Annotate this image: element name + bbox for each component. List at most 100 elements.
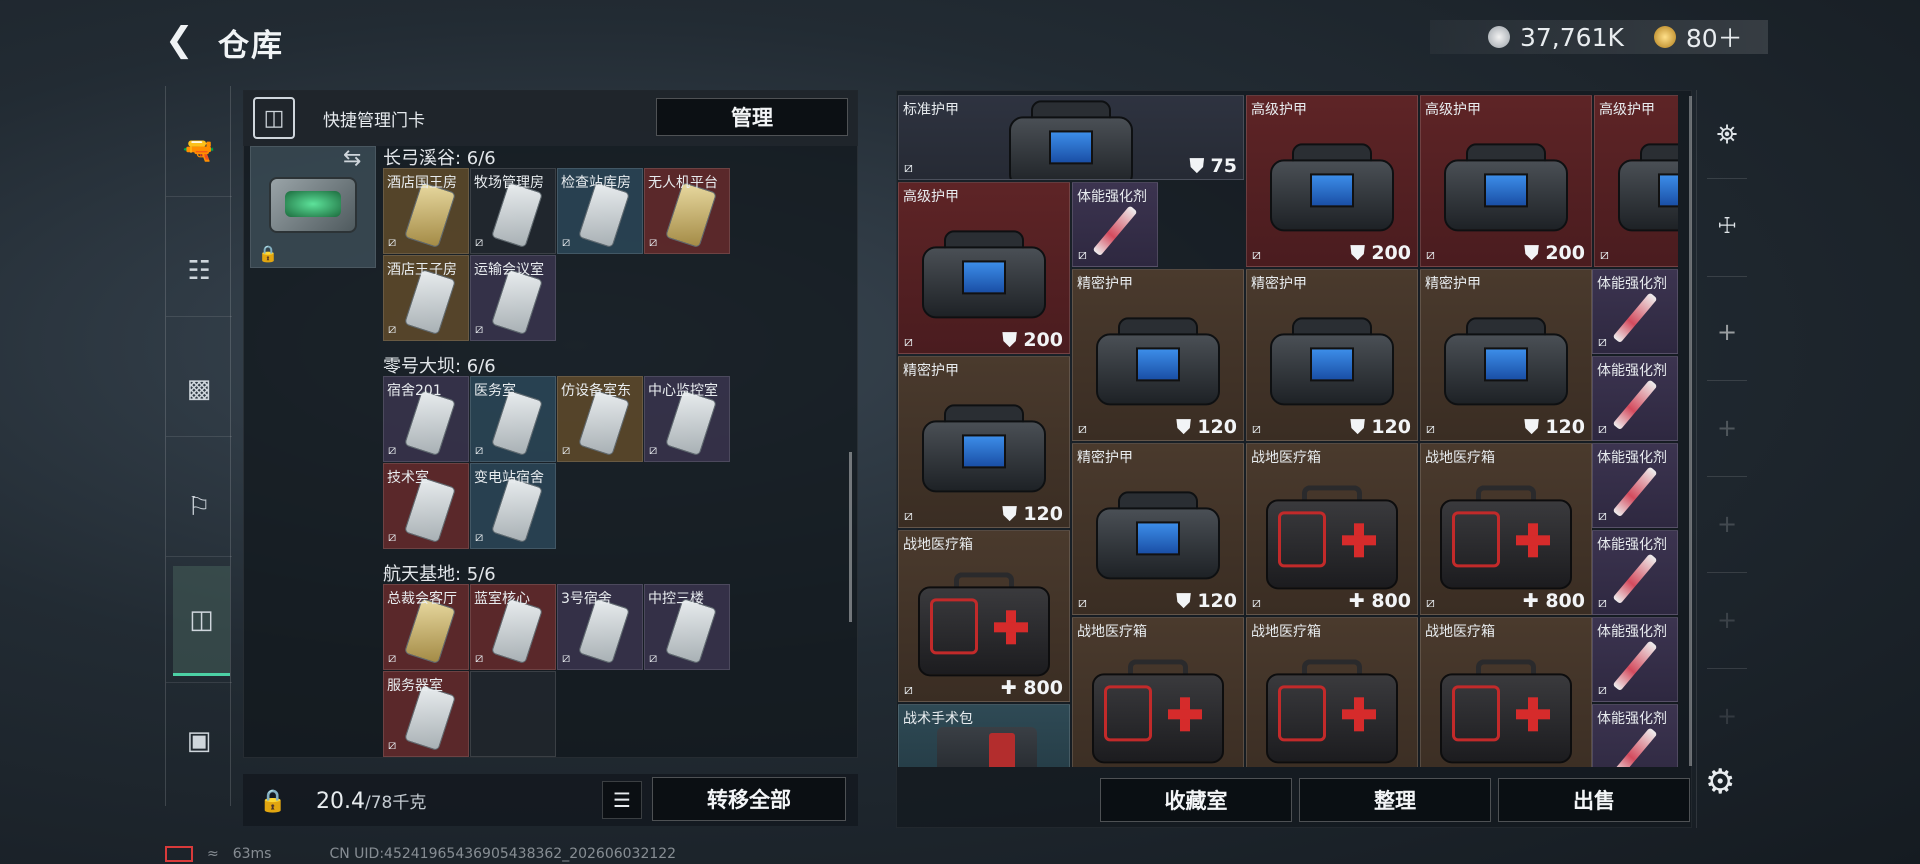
keycard-slot[interactable]: 变电站宿舍 ⧄ — [470, 463, 556, 549]
item-name: 战术手术包 — [903, 711, 973, 727]
sell-button[interactable]: 出售 — [1498, 778, 1690, 822]
keycard-slot[interactable]: 医务室 ⧄ — [470, 376, 556, 462]
medkit-item[interactable]: 战地医疗箱⧄ — [1072, 617, 1244, 767]
keycard-slot[interactable]: 酒店王子房 ⧄ — [383, 255, 469, 341]
stash-grid: 标准护甲⧄⛊ 75高级护甲⧄⛊ 200高级护甲⧄⛊ 200高级护甲⧄⛊ 200高… — [898, 95, 1678, 767]
no-trade-icon: ⧄ — [649, 651, 658, 666]
collection-button[interactable]: 收藏室 — [1100, 778, 1292, 822]
no-trade-icon: ⧄ — [904, 160, 913, 176]
armor-item[interactable]: 高级护甲⧄⛊ 200 — [1594, 95, 1678, 267]
syringe-icon — [1612, 291, 1658, 343]
no-trade-icon: ⧄ — [649, 443, 658, 458]
currency-bar: 37,761K 80＋ — [1430, 20, 1768, 54]
keycard-slot[interactable]: 中控三楼 ⧄ — [644, 584, 730, 670]
no-trade-icon: ⧄ — [1426, 247, 1435, 263]
stim-item[interactable]: 体能强化剂⧄ — [1592, 269, 1678, 354]
empty-keycard-slot[interactable] — [470, 671, 556, 757]
armor-item[interactable]: 高级护甲⧄⛊ 200 — [1420, 95, 1592, 267]
keycard-slot[interactable]: 运输会议室 ⧄ — [470, 255, 556, 341]
heal-capacity-value: ✚ 800 — [1522, 590, 1585, 612]
add-tab-icon[interactable]: + — [1697, 414, 1757, 442]
armor-item[interactable]: 精密护甲 ⧄ ⛊ 120 — [1246, 269, 1418, 441]
item-name: 精密护甲 — [1077, 450, 1133, 466]
medical-iv-icon[interactable]: ☩ — [1697, 214, 1757, 239]
armor-item[interactable]: 高级护甲⧄⛊ 200 — [1246, 95, 1418, 267]
armor-vest-icon[interactable]: ☷ — [174, 246, 224, 296]
item-name: 体能强化剂 — [1597, 711, 1667, 727]
stim-item[interactable]: 体能强化剂⧄ — [1072, 182, 1158, 267]
add-tab-icon[interactable]: + — [1697, 510, 1757, 538]
keycard-name: 无人机平台 — [648, 175, 718, 191]
stim-item[interactable]: 体能强化剂⧄ — [1592, 443, 1678, 528]
medkit-item[interactable]: 战地医疗箱 ⧄ ✚ 800 — [1246, 443, 1418, 615]
keycard-slot[interactable]: 服务器室 ⧄ — [383, 671, 469, 757]
stim-item[interactable]: 体能强化剂⧄ — [1592, 356, 1678, 441]
stim-item[interactable]: 体能强化剂⧄ — [1592, 704, 1678, 767]
transfer-all-button[interactable]: 转移全部 — [652, 777, 846, 821]
keycard-slot[interactable]: 技术室 ⧄ — [383, 463, 469, 549]
settings-gear-icon[interactable]: ⚙ — [1705, 762, 1735, 802]
keycard-name: 中控三楼 — [648, 591, 704, 607]
no-trade-icon: ⧄ — [904, 682, 913, 698]
armor-vest-icon — [922, 228, 1046, 319]
lock-icon[interactable]: 🔒 — [253, 781, 293, 821]
armor-durability-value: ⛊ 120 — [1002, 503, 1063, 525]
add-tab-icon[interactable]: + — [1697, 606, 1757, 634]
back-arrow-icon[interactable]: ❮ — [165, 22, 199, 58]
armor-item[interactable]: 标准护甲 ⧄ ⛊ 75 — [898, 95, 1244, 180]
keycard-slot[interactable]: 牧场管理房 ⧄ — [470, 168, 556, 254]
keycard-slot[interactable]: 蓝室核心 ⧄ — [470, 584, 556, 670]
ping-readout: 63ms — [232, 846, 272, 862]
stash-scrollbar[interactable] — [1689, 96, 1692, 766]
surgical-kit-icon — [937, 727, 1037, 767]
armor-vest-icon — [1009, 98, 1133, 179]
item-name: 精密护甲 — [1251, 276, 1307, 292]
keycard-slot[interactable]: 无人机平台 ⧄ — [644, 168, 730, 254]
helmet-icon[interactable]: ⛯ — [1697, 120, 1757, 151]
medkit-item[interactable]: 战地医疗箱 ⧄ ✚ 800 — [898, 530, 1070, 702]
swap-icon[interactable]: ⇆ — [343, 146, 361, 171]
keycard-slot[interactable]: 中心监控室 ⧄ — [644, 376, 730, 462]
medkit-item[interactable]: 战地医疗箱⧄ — [1420, 617, 1592, 767]
organize-button[interactable]: 整理 — [1299, 778, 1491, 822]
add-tab-icon[interactable]: + — [1697, 702, 1757, 730]
keycard-slot[interactable]: 检查站库房 ⧄ — [557, 168, 643, 254]
surgical-kit-item[interactable]: 战术手术包⧄ — [898, 704, 1070, 767]
stim-item[interactable]: 体能强化剂⧄ — [1592, 617, 1678, 702]
manage-button[interactable]: 管理 — [656, 98, 848, 136]
keycard-slot[interactable]: 3号宿舍 ⧄ — [557, 584, 643, 670]
armor-vest-icon — [1618, 141, 1678, 232]
list-view-icon[interactable]: ☰ — [602, 781, 642, 819]
scrollbar[interactable] — [849, 452, 852, 622]
weapon-icon[interactable]: 🔫 — [174, 126, 224, 176]
no-trade-icon: ⧄ — [475, 651, 484, 666]
add-tab-icon[interactable]: + — [1697, 318, 1757, 346]
armor-item[interactable]: 精密护甲 ⧄ ⛊ 120 — [1420, 269, 1592, 441]
briefcase-icon[interactable]: ▣ — [174, 716, 224, 766]
armor-item[interactable]: 精密护甲 ⧄ ⛊ 120 — [898, 356, 1070, 528]
armor-item[interactable]: 精密护甲 ⧄ ⛊ 120 — [1072, 443, 1244, 615]
keycard-name: 酒店王子房 — [387, 262, 457, 278]
armor-item[interactable]: 高级护甲⧄⛊ 200 — [898, 182, 1070, 354]
no-trade-icon: ⧄ — [1426, 595, 1435, 611]
keycard-slot[interactable]: 仿设备室东 ⧄ — [557, 376, 643, 462]
currency-gold-value[interactable]: 80＋ — [1686, 19, 1743, 55]
section-title: 长弓溪谷: 6/6 — [383, 148, 496, 169]
page-title: 仓库 — [218, 28, 284, 64]
armor-vest-icon — [1096, 315, 1220, 406]
item-name: 高级护甲 — [1599, 102, 1655, 118]
item-name: 体能强化剂 — [1077, 189, 1147, 205]
keycard-slot[interactable]: 总裁会客厅 ⧄ — [383, 584, 469, 670]
medkit-item[interactable]: 战地医疗箱 ⧄ ✚ 800 — [1420, 443, 1592, 615]
backpack-icon[interactable]: ⚐ — [174, 482, 224, 532]
keycard-slot[interactable]: 酒店国王房 ⧄ — [383, 168, 469, 254]
keycard-slot[interactable]: 宿舍201 ⧄ — [383, 376, 469, 462]
medkit-item[interactable]: 战地医疗箱⧄ — [1246, 617, 1418, 767]
keycard-case-icon[interactable]: ◫ — [173, 566, 230, 676]
armor-item[interactable]: 精密护甲 ⧄ ⛊ 120 — [1072, 269, 1244, 441]
armor-durability-value: ⛊ 200 — [1350, 242, 1411, 264]
armor-durability-value: ⛊ 120 — [1176, 590, 1237, 612]
keycard-name: 蓝室核心 — [474, 591, 530, 607]
chest-rig-icon[interactable]: ▩ — [174, 364, 224, 414]
stim-item[interactable]: 体能强化剂⧄ — [1592, 530, 1678, 615]
